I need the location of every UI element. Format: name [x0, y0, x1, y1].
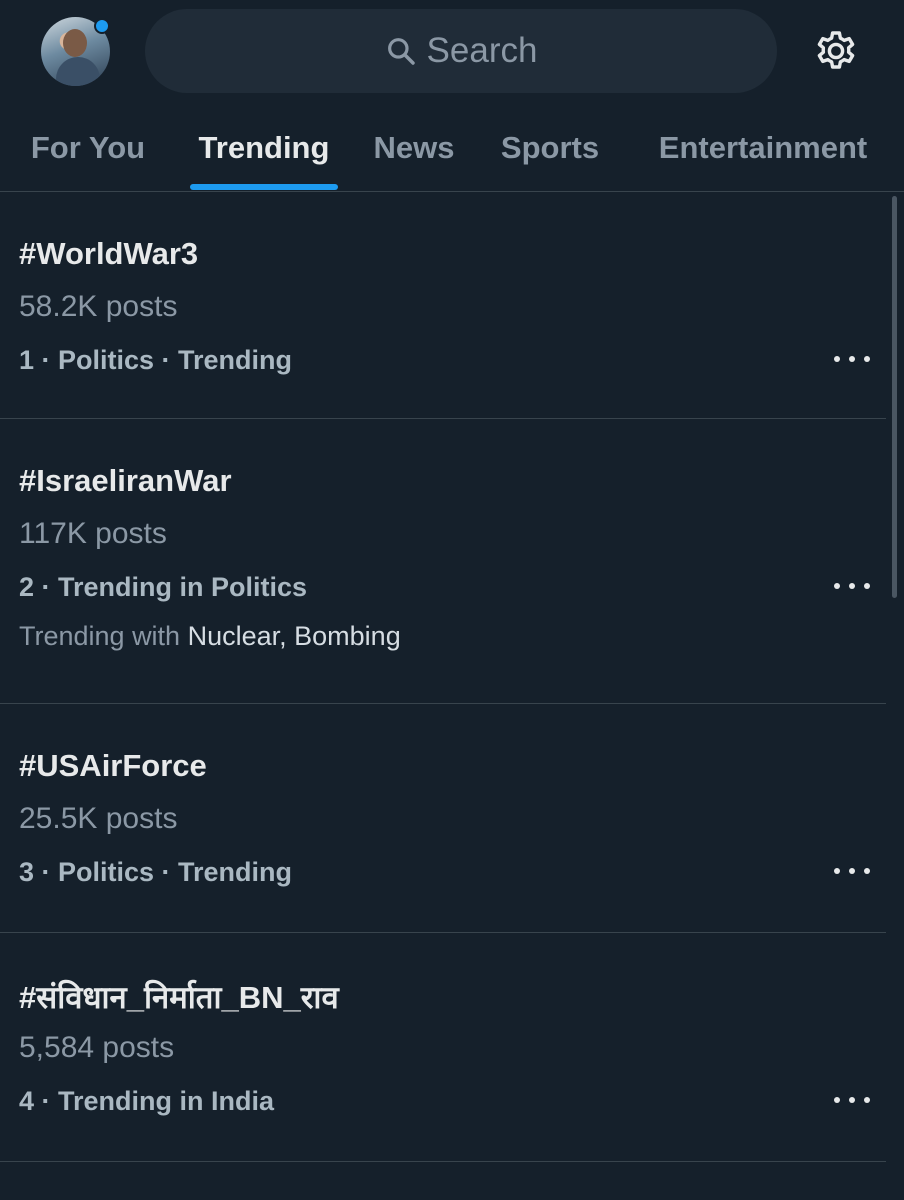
- trend-meta: 3 · Politics · Trending: [19, 857, 293, 887]
- trend-item[interactable]: #संविधान_निर्माता_BN_राव 5,584 posts 4 ·…: [0, 933, 886, 1162]
- tab-trending[interactable]: Trending: [190, 105, 338, 191]
- gear-icon[interactable]: [812, 27, 860, 75]
- trends-list: #WorldWar3 58.2K posts 1 · Politics · Tr…: [0, 192, 886, 1162]
- trend-meta: 1 · Politics · Trending: [19, 345, 293, 375]
- scrollbar[interactable]: [892, 196, 897, 598]
- trend-title[interactable]: #USAirForce: [19, 748, 207, 784]
- more-horizontal-icon[interactable]: [834, 865, 870, 877]
- trend-meta: 2 · Trending in Politics: [19, 572, 308, 602]
- tab-entertainment[interactable]: Entertainment: [648, 105, 878, 191]
- trending-with-label: Trending with: [19, 621, 181, 651]
- tab-sports[interactable]: Sports: [490, 105, 610, 191]
- active-tab-indicator: [190, 184, 338, 190]
- avatar-head: [63, 29, 87, 57]
- more-horizontal-icon[interactable]: [834, 580, 870, 592]
- notification-dot: [94, 18, 110, 34]
- trend-post-count: 117K posts: [19, 517, 167, 550]
- trend-title[interactable]: #संविधान_निर्माता_BN_राव: [19, 976, 339, 1018]
- trend-post-count: 58.2K posts: [19, 290, 178, 323]
- trend-title[interactable]: #IsraeliranWar: [19, 463, 232, 499]
- tab-news[interactable]: News: [364, 105, 464, 191]
- trend-meta: 4 · Trending in India: [19, 1086, 275, 1116]
- trend-title[interactable]: #WorldWar3: [19, 236, 198, 272]
- trend-post-count: 25.5K posts: [19, 802, 178, 835]
- trending-with: Trending with Nuclear, Bombing: [19, 621, 401, 652]
- trend-post-count: 5,584 posts: [19, 1031, 175, 1064]
- trend-item[interactable]: #WorldWar3 58.2K posts 1 · Politics · Tr…: [0, 192, 886, 419]
- trending-with-topics[interactable]: Nuclear, Bombing: [188, 621, 401, 651]
- tab-for-you[interactable]: For You: [20, 105, 156, 191]
- tab-bar: For You Trending News Sports Entertainme…: [0, 105, 904, 192]
- more-horizontal-icon[interactable]: [834, 353, 870, 365]
- more-horizontal-icon[interactable]: [834, 1094, 870, 1106]
- trend-item[interactable]: #USAirForce 25.5K posts 3 · Politics · T…: [0, 704, 886, 933]
- trend-item[interactable]: #IsraeliranWar 117K posts 2 · Trending i…: [0, 419, 886, 704]
- top-bar: Search: [0, 0, 904, 105]
- search-placeholder: Search: [426, 31, 538, 70]
- search-icon: [387, 38, 415, 65]
- search-bar[interactable]: Search: [145, 9, 777, 93]
- avatar-body: [56, 57, 100, 86]
